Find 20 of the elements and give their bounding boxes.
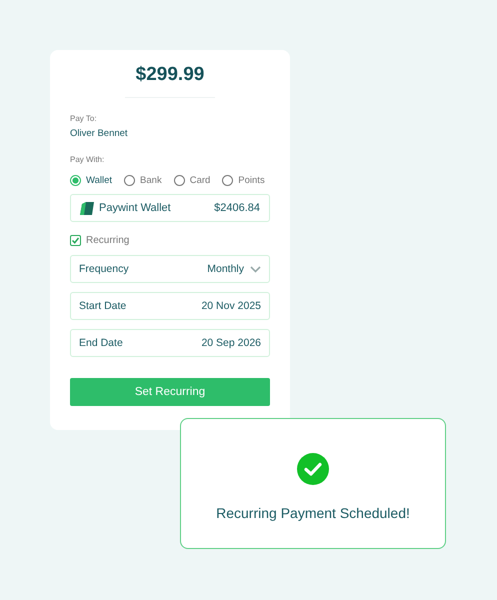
frequency-dropdown[interactable]: Frequency Monthly [70, 255, 270, 283]
wallet-icon [80, 202, 94, 214]
wallet-name: Paywint Wallet [99, 202, 171, 214]
payee-name: Oliver Bennet [70, 128, 129, 139]
chevron-down-icon [250, 266, 261, 272]
payment-method-radio[interactable]: Wallet [70, 175, 112, 186]
check-icon [71, 236, 80, 245]
payment-method-radio[interactable]: Card [174, 175, 210, 186]
recurring-checkbox[interactable]: Recurring [70, 235, 130, 246]
pay-with-label: Pay With: [70, 155, 106, 164]
check-circle-icon [297, 453, 329, 485]
payment-method-radio[interactable]: Points [222, 175, 265, 186]
success-message: Recurring Payment Scheduled! [216, 505, 410, 521]
date-field[interactable]: Start Date 20 Nov 2025 [70, 292, 270, 320]
payment-method-radio[interactable]: Bank [124, 175, 162, 186]
date-field[interactable]: End Date 20 Sep 2026 [70, 329, 270, 357]
pay-to-label: Pay To: [70, 114, 98, 123]
wallet-balance: $2406.84 [214, 202, 260, 214]
amount: $299.99 [134, 64, 206, 86]
wallet-selector[interactable]: Paywint Wallet $2406.84 [70, 194, 270, 222]
